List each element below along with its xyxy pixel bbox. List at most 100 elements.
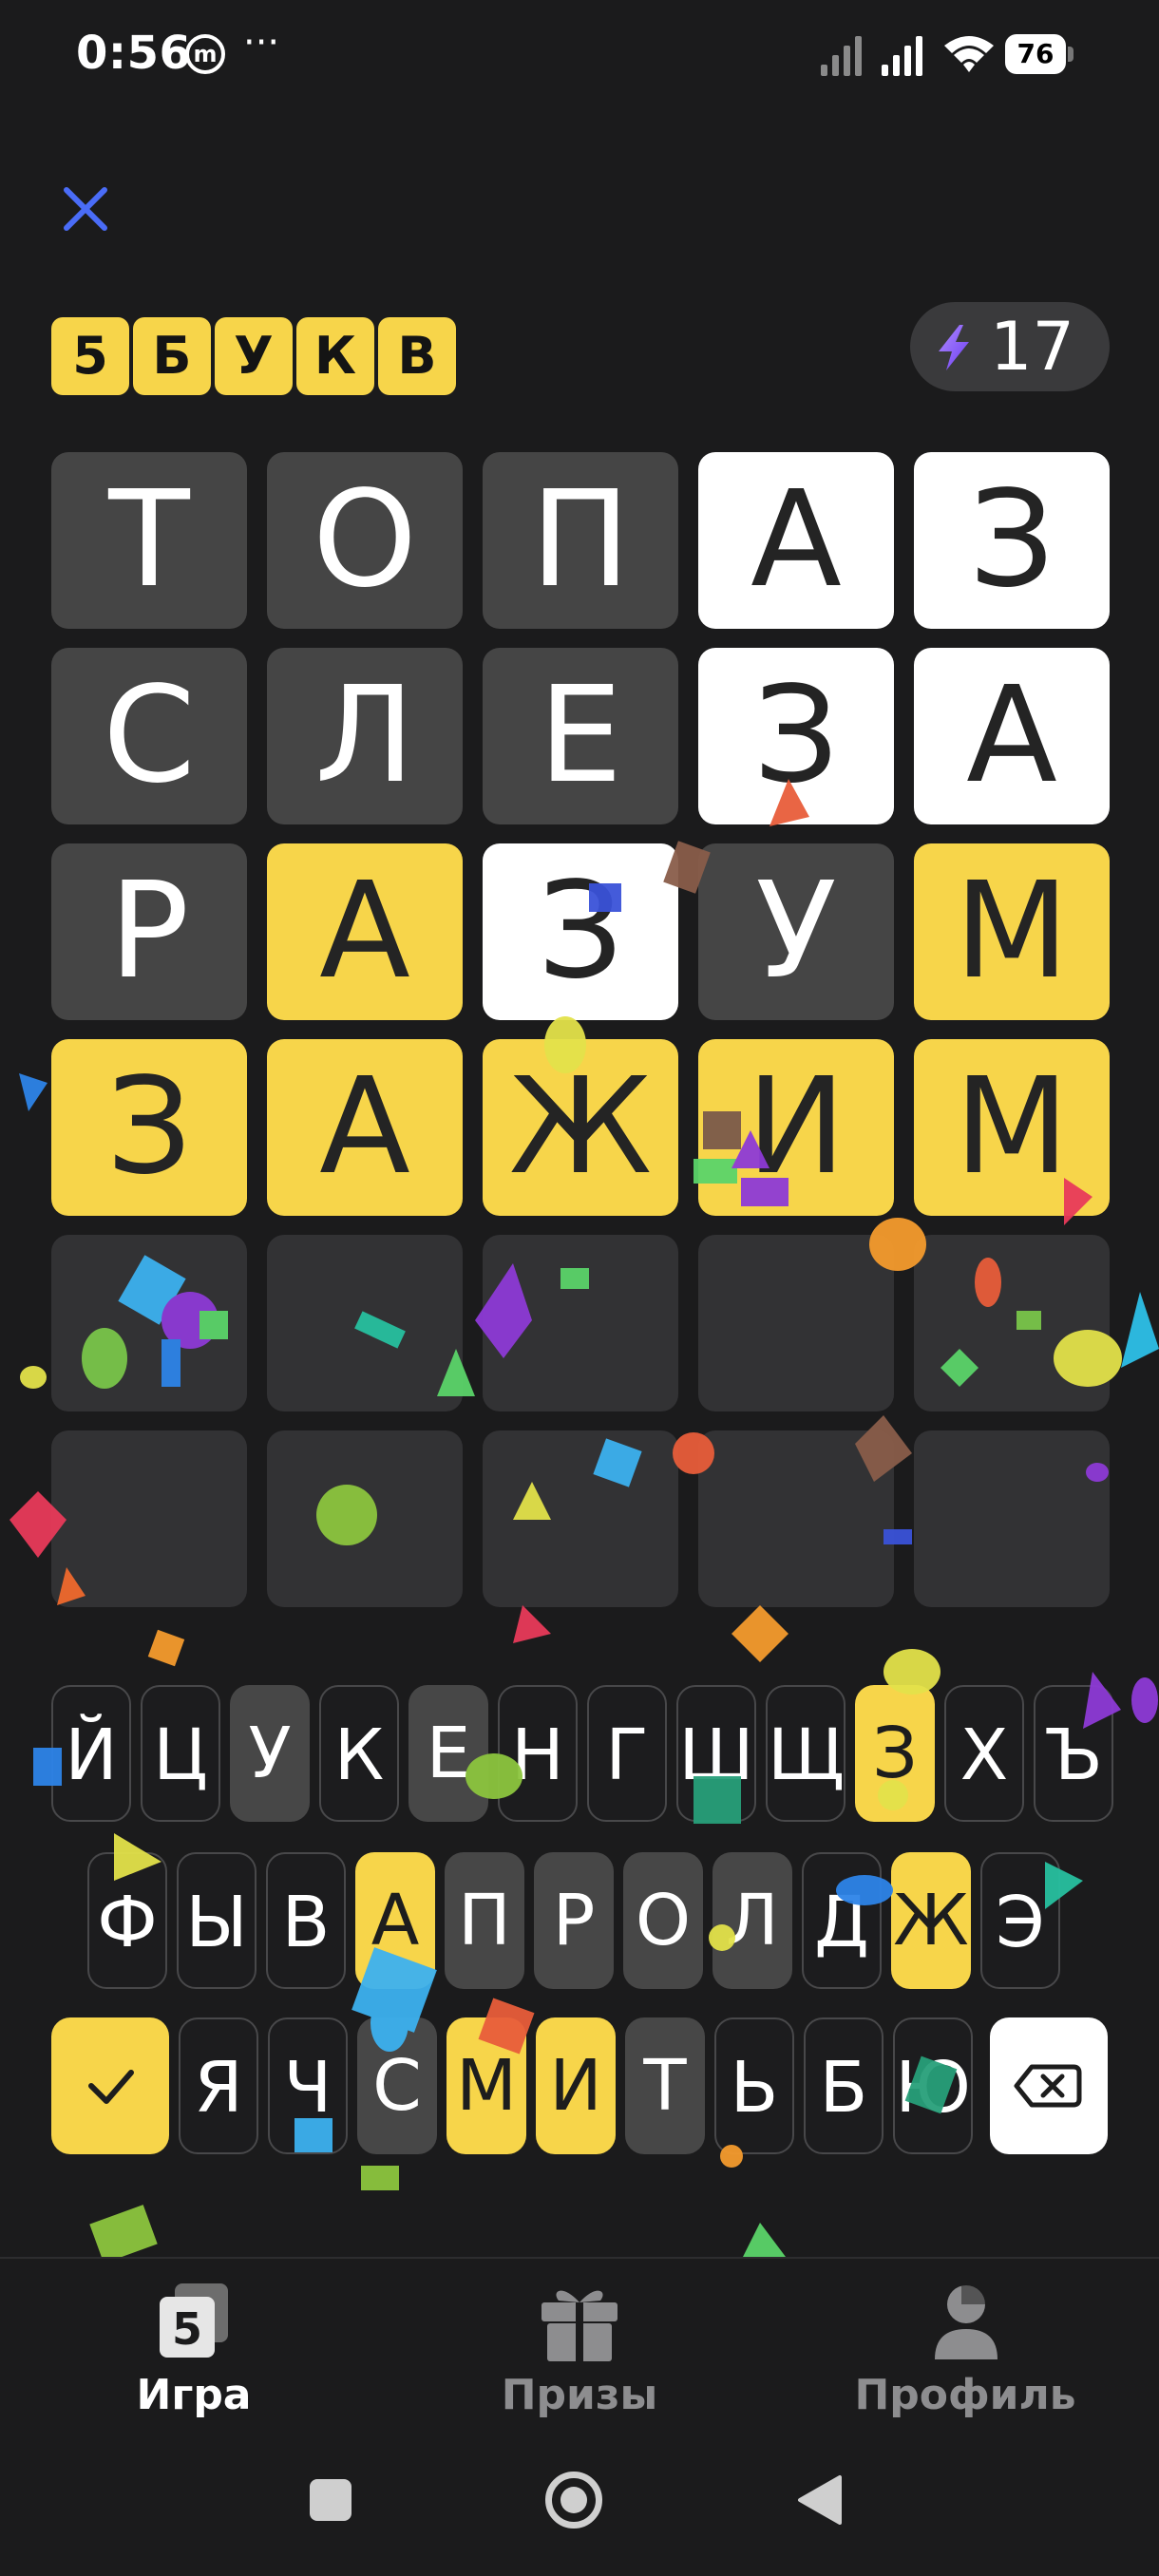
signal-icon [821,34,868,76]
key-Ж[interactable]: Ж [891,1852,971,1989]
key-Х[interactable]: Х [944,1685,1024,1822]
svg-text:5: 5 [172,2303,202,2355]
key-Ч[interactable]: Ч [268,2017,348,2154]
wifi-icon [944,36,994,72]
energy-count: 17 [990,308,1075,386]
key-Н[interactable]: Н [498,1685,578,1822]
nav-profile-label[interactable]: Профиль [823,2371,1108,2419]
more-notifications-icon: ··· [243,21,280,65]
key-Ы[interactable]: Ы [177,1852,256,1989]
recents-button[interactable] [310,2479,352,2521]
board-tile-empty [914,1430,1110,1607]
home-button[interactable] [545,2472,602,2529]
board-tile: Е [483,648,678,824]
key-Б[interactable]: Б [804,2017,884,2154]
key-Щ[interactable]: Щ [766,1685,846,1822]
checkmark-icon [88,2070,134,2104]
board-tile: П [483,452,678,629]
board-tile: М [914,1039,1110,1216]
profile-icon[interactable] [923,2278,1009,2365]
board-tile: З [914,452,1110,629]
key-В[interactable]: В [266,1852,346,1989]
backspace-icon [1014,2064,1082,2108]
nav-game-label[interactable]: Игра [51,2371,336,2419]
key-Я[interactable]: Я [179,2017,258,2154]
logo-letter: У [215,317,293,395]
key-А[interactable]: А [355,1852,435,1989]
board-tile: И [698,1039,894,1216]
board-tile-empty [51,1235,247,1411]
board-tile: Ж [483,1039,678,1216]
confetti-piece [732,1605,788,1662]
key-Э[interactable]: Э [980,1852,1060,1989]
enter-button[interactable] [51,2017,169,2154]
lightning-icon [939,325,969,370]
board-tile: У [698,843,894,1020]
key-Р[interactable]: Р [534,1852,614,1989]
board-tile: А [267,843,463,1020]
close-icon[interactable] [57,180,114,237]
key-Ф[interactable]: Ф [87,1852,167,1989]
app-notification-icon: m [185,34,225,74]
confetti-piece [20,1366,47,1389]
nav-prizes-label[interactable]: Призы [437,2371,722,2419]
board-tile: Т [51,452,247,629]
key-У[interactable]: У [230,1685,310,1822]
key-З[interactable]: З [855,1685,935,1822]
board-tile-empty [483,1235,678,1411]
logo-letter: К [296,317,374,395]
back-button[interactable] [796,2473,844,2527]
board-tile-empty [698,1235,894,1411]
key-Е[interactable]: Е [408,1685,488,1822]
key-Г[interactable]: Г [587,1685,667,1822]
key-Й[interactable]: Й [51,1685,131,1822]
board-tile: Л [267,648,463,824]
signal-icon-2 [882,34,929,76]
key-Ш[interactable]: Ш [676,1685,756,1822]
key-С[interactable]: С [357,2017,437,2154]
status-time: 0:56 [76,27,192,80]
board-tile-empty [267,1235,463,1411]
key-Ю[interactable]: Ю [893,2017,973,2154]
battery-tip [1068,47,1074,62]
board-tile: О [267,452,463,629]
confetti-piece [513,1605,551,1643]
logo-letter: Б [133,317,211,395]
logo-letter: В [378,317,456,395]
board-tile: А [698,452,894,629]
key-Т[interactable]: Т [625,2017,705,2154]
board-tile-empty [483,1430,678,1607]
confetti-piece [361,2166,399,2190]
key-И[interactable]: И [536,2017,616,2154]
board-tile: З [698,648,894,824]
board-tile-empty [51,1430,247,1607]
backspace-button[interactable] [990,2017,1108,2154]
board-tile: Р [51,843,247,1020]
confetti-piece [19,1073,48,1111]
board-tile: С [51,648,247,824]
confetti-piece [1131,1677,1158,1723]
confetti-piece [1121,1292,1159,1368]
board-tile: З [51,1039,247,1216]
logo-letter: 5 [51,317,129,395]
board-tile-empty [914,1235,1110,1411]
key-Д[interactable]: Д [802,1852,882,1989]
confetti-piece [147,1629,185,1667]
key-Ъ[interactable]: Ъ [1034,1685,1113,1822]
battery-icon: 76 [1005,34,1066,74]
board-tile-empty [267,1430,463,1607]
key-П[interactable]: П [445,1852,524,1989]
key-Ц[interactable]: Ц [141,1685,220,1822]
key-К[interactable]: К [319,1685,399,1822]
gift-icon[interactable] [534,2282,625,2365]
key-М[interactable]: М [446,2017,526,2154]
key-Ь[interactable]: Ь [714,2017,794,2154]
game-icon[interactable]: 5 [152,2280,238,2365]
board-tile: М [914,843,1110,1020]
board-tile: А [914,648,1110,824]
board-tile: А [267,1039,463,1216]
key-О[interactable]: О [623,1852,703,1989]
key-Л[interactable]: Л [712,1852,792,1989]
confetti-piece [89,2205,158,2263]
status-bar: 0:56 m ··· 76 [0,0,1159,114]
